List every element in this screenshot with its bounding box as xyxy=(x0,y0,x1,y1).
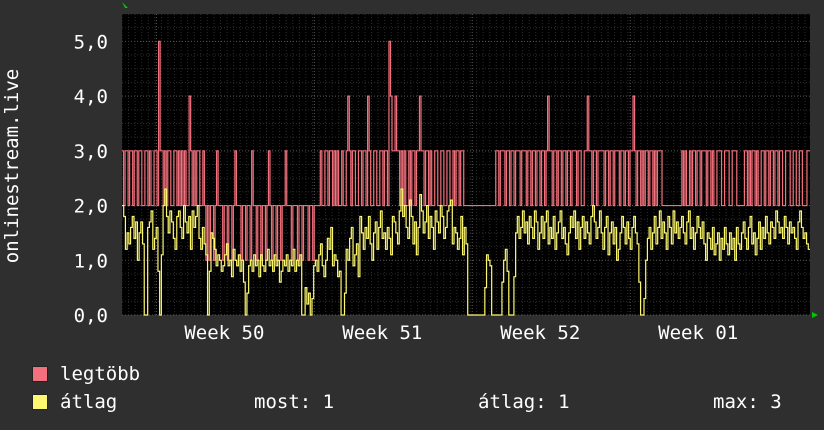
y-tick-label: 5,0 xyxy=(74,31,108,53)
y-axis-label: onlinestream.live xyxy=(1,69,23,263)
x-axis-arrow-icon xyxy=(812,312,818,318)
y-tick-label: 3,0 xyxy=(74,141,108,163)
legend-swatch-max xyxy=(32,366,48,382)
y-tick-label: 0,0 xyxy=(74,305,108,327)
x-tick-label: Week 51 xyxy=(342,322,422,344)
y-tick-label: 1,0 xyxy=(74,250,108,272)
x-tick-labels: Week 50 Week 51 Week 52 Week 01 xyxy=(184,322,738,344)
legend-label-avg: átlag xyxy=(60,391,118,413)
y-tick-label: 4,0 xyxy=(74,86,108,108)
stat-maximum: max: 3 xyxy=(713,391,782,413)
stat-current: most: 1 xyxy=(254,391,335,413)
legend-swatch-avg xyxy=(32,394,48,410)
stat-average: átlag: 1 xyxy=(478,391,570,413)
y-tick-labels: 0,0 1,0 2,0 3,0 4,0 5,0 xyxy=(74,31,108,327)
x-tick-label: Week 01 xyxy=(658,322,738,344)
y-tick-label: 2,0 xyxy=(74,196,108,218)
legend-item-avg: átlag xyxy=(32,391,117,413)
legend-label-max: legtöbb xyxy=(60,363,141,385)
legend-item-max: legtöbb xyxy=(32,363,140,385)
x-tick-label: Week 50 xyxy=(184,322,264,344)
x-tick-label: Week 52 xyxy=(500,322,580,344)
y-axis-arrow-icon xyxy=(122,2,128,8)
